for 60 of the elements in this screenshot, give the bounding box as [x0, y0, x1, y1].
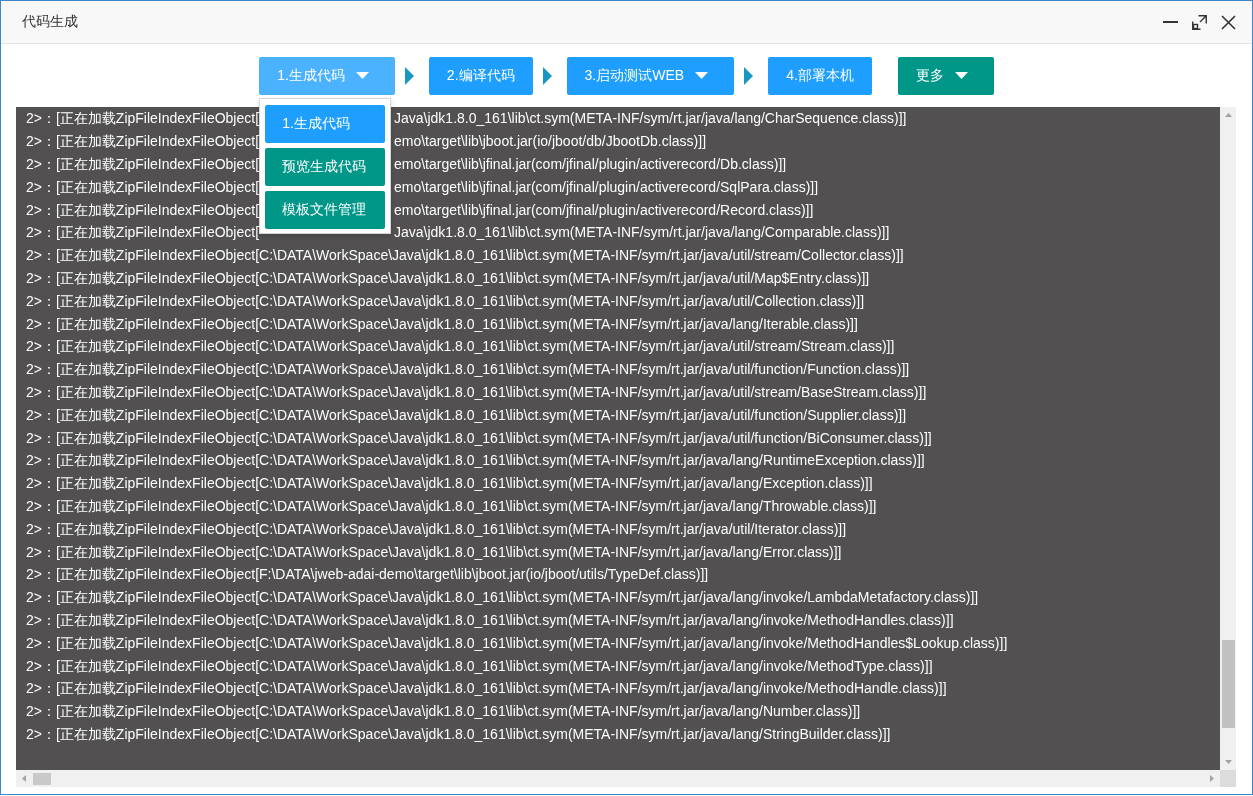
- log-line: 2>：[正在加载ZipFileIndexFileObject[C:\DATA\WorkSpace\Java\jdk1.8.0_161\lib\ct.sym(META-INF/sym/rt.jar/java/util/stream/Collector.class)]]: [26, 246, 904, 265]
- log-line: 2>：[正在加载ZipFileIndexFileObject[: [26, 155, 260, 173]
- log-line: 2>：[正在加载ZipFileIndexFileObject[C:\DATA\WorkSpace\Java\jdk1.8.0_161\lib\ct.sym(META-INF/sym/rt.jar/java/util/function/Function.class)]]: [26, 360, 910, 379]
- close-icon[interactable]: [1221, 14, 1236, 30]
- log-line: 2>：[正在加载ZipFileIndexFileObject[: [26, 200, 260, 219]
- log-line: 2>：[正在加载ZipFileIndexFileObject[C:\DATA\WorkSpace\Java\jdk1.8.0_161\lib\ct.sym(META-INF/sym/rt.jar/java/util/Collection.class)]]: [26, 291, 865, 310]
- log-line: 2>：[正在加载ZipFileIndexFileObject[C:\DATA\WorkSpace\Java\jdk1.8.0_161\lib\ct.sym(META-INF/sym/rt.jar/java/lang/Error.class)]]: [26, 542, 842, 561]
- arrow-right-icon: [542, 66, 552, 85]
- scroll-up-icon[interactable]: [1224, 113, 1232, 117]
- vertical-scrollbar[interactable]: [1220, 107, 1236, 770]
- arrow-right-icon: [744, 66, 754, 85]
- log-line: 2>：[正在加载ZipFileIndexFileObject[C:\DATA\WorkSpace\Java\jdk1.8.0_161\lib\ct.sym(META-INF/sym/rt.jar/java/lang/invoke/MethodHandle.class)]]: [26, 679, 947, 698]
- log-line: 2>：[正在加载ZipFileIndexFileObject[C:\DATA\WorkSpace\Java\jdk1.8.0_161\lib\ct.sym(META-INF/sym/rt.jar/java/util/function/Supplier.class)]]: [26, 405, 907, 424]
- horizontal-scrollbar[interactable]: [16, 770, 1220, 787]
- caret-down-icon: [954, 72, 968, 79]
- log-line: 2>：[正在加载ZipFileIndexFileObject[C:\DATA\WorkSpace\Java\jdk1.8.0_161\lib\ct.sym(META-INF/sym/rt.jar/java/lang/RuntimeException.class)]]: [26, 451, 925, 470]
- caret-down-icon: [355, 72, 369, 79]
- log-line: 2>：[正在加载ZipFileIndexFileObject[C:\DATA\WorkSpace\Java\jdk1.8.0_161\lib\ct.sym(META-INF/sym/rt.jar/java/lang/Throwable.class)]]: [26, 496, 877, 515]
- scroll-right-icon[interactable]: [1210, 775, 1214, 782]
- log-line: 2>：[正在加载ZipFileIndexFileObject[C:\DATA\WorkSpace\Java\jdk1.8.0_161\lib\ct.sym(META-INF/sym/rt.jar/java/lang/invoke/MethodHandles$Lookup.class)]]: [26, 633, 1008, 652]
- log-line: 2>：[正在加载ZipFileIndexFileObject[: [26, 109, 260, 128]
- log-line: Java\jdk1.8.0_161\lib\ct.sym(META-INF/sym/rt.jar/java/lang/CharSequence.class)]]: [394, 109, 907, 128]
- log-line: Java\jdk1.8.0_161\lib\ct.sym(META-INF/sym/rt.jar/java/lang/Comparable.class)]]: [394, 223, 890, 242]
- log-line: 2>：[正在加载ZipFileIndexFileObject[C:\DATA\WorkSpace\Java\jdk1.8.0_161\lib\ct.sym(META-INF/sym/rt.jar/java/util/stream/BaseStream.class)]]: [26, 382, 927, 401]
- scroll-left-icon[interactable]: [22, 775, 26, 782]
- log-line: 2>：[正在加载ZipFileIndexFileObject[C:\DATA\WorkSpace\Java\jdk1.8.0_161\lib\ct.sym(META-INF/sym/rt.jar/java/util/stream/Stream.class)]]: [26, 337, 895, 356]
- menu-item[interactable]: 1.生成代码: [265, 104, 386, 143]
- log-line: 2>：[正在加载ZipFileIndexFileObject[: [26, 177, 260, 196]
- log-line: 2>：[正在加载ZipFileIndexFileObject[C:\DATA\WorkSpace\Java\jdk1.8.0_161\lib\ct.sym(META-INF/sym/rt.jar/java/lang/StringBuilder.class)]]: [26, 724, 891, 743]
- log-line: 2>：[正在加载ZipFileIndexFileObject[C:\DATA\WorkSpace\Java\jdk1.8.0_161\lib\ct.sym(META-INF/sym/rt.jar/java/lang/invoke/MethodType.class)]]: [26, 656, 933, 675]
- step-button[interactable]: 3.启动测试WEB: [566, 56, 735, 95]
- arrow-right-icon: [404, 66, 414, 85]
- more-button[interactable]: 更多: [897, 56, 994, 95]
- scrollbar-thumb[interactable]: [1221, 640, 1235, 728]
- caret-down-icon: [695, 72, 709, 79]
- scroll-down-icon[interactable]: [1224, 760, 1232, 764]
- log-line: 2>：[正在加载ZipFileIndexFileObject[C:\DATA\WorkSpace\Java\jdk1.8.0_161\lib\ct.sym(META-INF/sym/rt.jar/java/lang/Iterable.class)]]: [26, 314, 858, 333]
- step-button[interactable]: 2.编译代码: [428, 56, 533, 95]
- log-line: 2>：[正在加载ZipFileIndexFileObject[C:\DATA\WorkSpace\Java\jdk1.8.0_161\lib\ct.sym(META-INF/sym/rt.jar/java/util/Iterator.class)]]: [26, 519, 847, 538]
- log-line: emo\target\lib\jfinal.jar(com/jfinal/plugin/activerecord/Record.class)]]: [394, 200, 814, 219]
- step-button[interactable]: 4.部署本机: [768, 56, 872, 95]
- log-line: 2>：[正在加载ZipFileIndexFileObject[C:\DATA\WorkSpace\Java\jdk1.8.0_161\lib\ct.sym(META-INF/sym/rt.jar/java/util/Map$Entry.class)]]: [26, 268, 870, 287]
- log-line: 2>：[正在加载ZipFileIndexFileObject[F:\DATA\jweb-adai-demo\target\lib\jboot.jar(io/jboot/utils/TypeDef.class)]]: [26, 565, 709, 584]
- log-line: 2>：[正在加载ZipFileIndexFileObject[C:\DATA\WorkSpace\Java\jdk1.8.0_161\lib\ct.sym(META-INF/sym/rt.jar/java/lang/invoke/MethodHandles.class)]]: [26, 610, 954, 629]
- log-line: emo\target\lib\jfinal.jar(com/jfinal/plugin/activerecord/SqlPara.class)]]: [394, 177, 819, 196]
- menu-item[interactable]: 模板文件管理: [265, 190, 386, 229]
- window-title: 代码生成: [22, 13, 78, 31]
- log-line: 2>：[正在加载ZipFileIndexFileObject[C:\DATA\WorkSpace\Java\jdk1.8.0_161\lib\ct.sym(META-INF/sym/rt.jar/java/lang/Exception.class)]]: [26, 474, 873, 493]
- step-button[interactable]: 1.生成代码: [259, 56, 395, 95]
- scrollbar-corner: [1220, 770, 1236, 787]
- log-line: emo\target\lib\jboot.jar(io/jboot/db/JbootDb.class)]]: [394, 132, 707, 151]
- log-line: 2>：[正在加载ZipFileIndexFileObject[C:\DATA\WorkSpace\Java\jdk1.8.0_161\lib\ct.sym(META-INF/sym/rt.jar/java/util/function/BiConsumer.class)]]: [26, 428, 932, 447]
- log-line: 2>：[正在加载ZipFileIndexFileObject[C:\DATA\WorkSpace\Java\jdk1.8.0_161\lib\ct.sym(META-INF/sym/rt.jar/java/lang/Number.class)]]: [26, 702, 861, 721]
- menu-item[interactable]: 预览生成代码: [265, 147, 386, 186]
- log-line: 2>：[正在加载ZipFileIndexFileObject[C:\DATA\WorkSpace\Java\jdk1.8.0_161\lib\ct.sym(META-INF/sym/rt.jar/java/lang/invoke/LambdaMetafactory.class)]]: [26, 588, 979, 607]
- log-line: 2>：[正在加载ZipFileIndexFileObject[: [26, 223, 260, 242]
- scrollbar-thumb[interactable]: [33, 772, 51, 785]
- maximize-icon[interactable]: [1192, 14, 1207, 30]
- log-line: emo\target\lib\jfinal.jar(com/jfinal/plugin/activerecord/Db.class)]]: [394, 155, 787, 173]
- log-line: 2>：[正在加载ZipFileIndexFileObject[: [26, 132, 260, 151]
